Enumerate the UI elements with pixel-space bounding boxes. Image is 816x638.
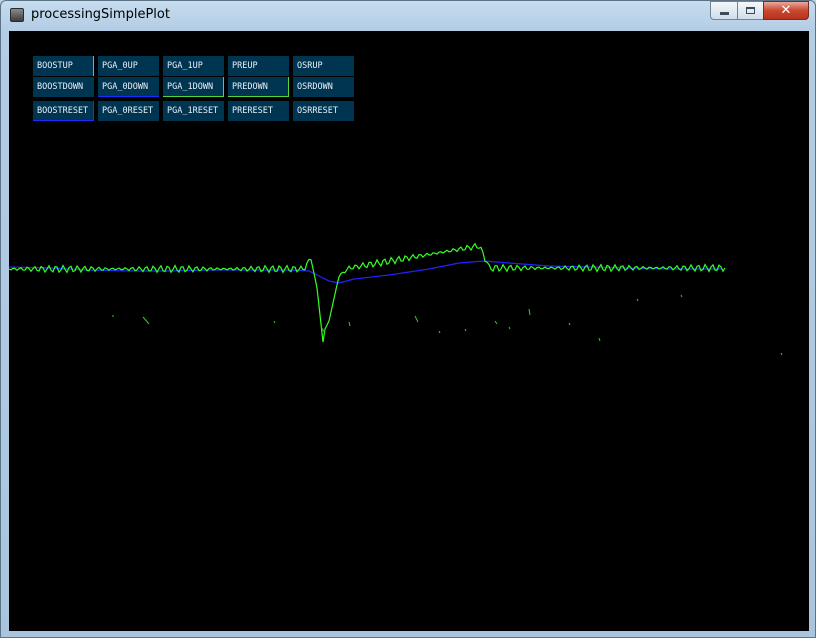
noise-speck (414, 315, 419, 323)
noise-speck (494, 320, 498, 325)
maximize-button[interactable] (737, 1, 763, 20)
close-button[interactable]: ✕ (763, 1, 809, 20)
plot-canvas[interactable]: BOOSTUP PGA_0UP PGA_1UP PREUP OSRUP BOOS… (9, 31, 809, 631)
filtered-signal-line (9, 260, 721, 284)
noise-speck (508, 326, 511, 330)
noise-speck (348, 321, 351, 327)
app-icon (10, 8, 24, 22)
app-window: processingSimplePlot ✕ BOOSTUP PGA_0UP P… (0, 0, 816, 638)
noise-speck (464, 328, 467, 332)
minimize-icon (719, 12, 729, 15)
noise-speck (680, 294, 683, 298)
noise-speck (438, 330, 441, 334)
minimize-button[interactable] (710, 1, 737, 20)
window-controls: ✕ (710, 1, 809, 21)
close-icon: ✕ (780, 3, 792, 18)
raw-signal-line (9, 242, 726, 343)
noise-speck (780, 352, 783, 356)
maximize-icon (746, 7, 755, 14)
title-bar[interactable]: processingSimplePlot ✕ (1, 1, 815, 29)
window-title: processingSimplePlot (31, 7, 170, 22)
noise-speck (528, 308, 531, 316)
signal-plot (9, 242, 783, 356)
noise-speck (142, 316, 150, 325)
noise-speck (636, 298, 639, 302)
noise-specks (112, 294, 783, 356)
noise-speck (598, 337, 601, 342)
noise-speck (273, 320, 276, 324)
noise-speck (568, 322, 571, 326)
